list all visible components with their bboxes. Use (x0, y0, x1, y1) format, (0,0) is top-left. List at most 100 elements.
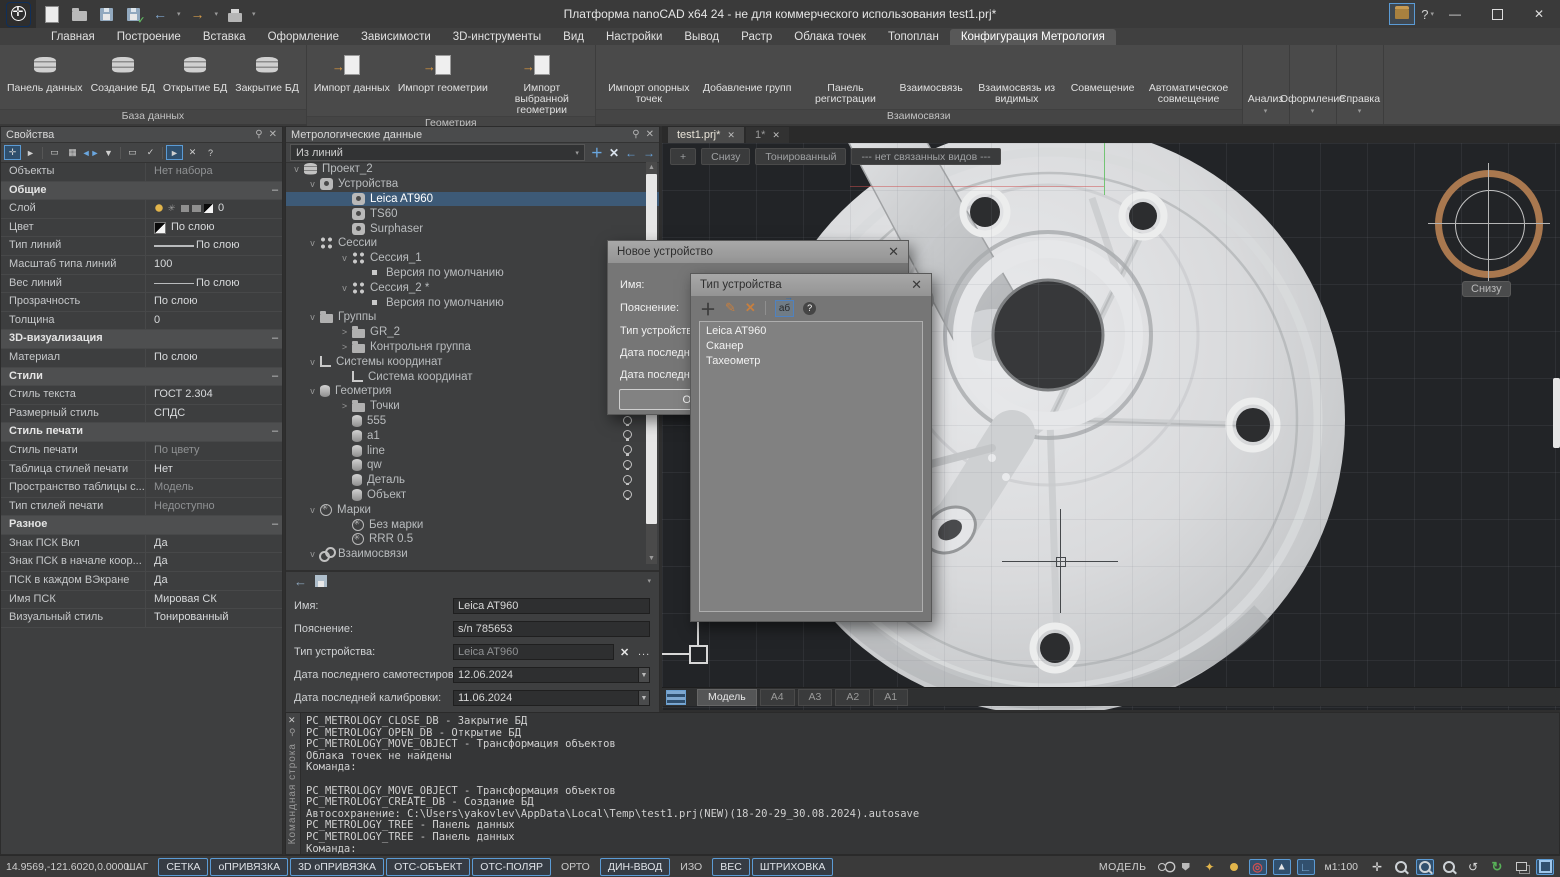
app-menu-button[interactable] (0, 0, 36, 28)
visibility-bulb-icon[interactable] (623, 445, 632, 454)
ribbon-tab[interactable]: Вывод (673, 29, 730, 45)
viewport-control-button[interactable]: --- нет связанных видов --- (851, 148, 1000, 165)
name-field[interactable]: Leica AT960 (453, 598, 650, 614)
browse-button[interactable]: ... (638, 646, 650, 658)
tree-item[interactable]: a1 (286, 428, 659, 443)
viewport-scrollbar-thumb[interactable] (1553, 378, 1560, 448)
fullscreen-icon[interactable] (1536, 859, 1554, 875)
tree-item[interactable]: v Марки (286, 502, 659, 517)
ribbon-button[interactable]: Совмещение (1068, 47, 1138, 109)
back-arrow-button[interactable]: ← (625, 146, 637, 160)
tree-item[interactable]: Без марки (286, 517, 659, 532)
help-circle-icon[interactable]: ? (202, 145, 219, 160)
property-row[interactable]: Стили (1, 368, 282, 387)
command-history[interactable]: PC_METROLOGY_CLOSE_DB - Закрытие БДPC_ME… (306, 716, 1555, 852)
apply-selection-button[interactable]: ✓ (142, 145, 159, 160)
add-type-button[interactable]: ＋ (700, 296, 716, 320)
property-row[interactable]: Прозрачность По слою (1, 293, 282, 312)
add-to-selection-button[interactable]: ✛ (4, 145, 21, 160)
delete-button[interactable]: ✕ (609, 146, 619, 160)
tree-item[interactable]: v Взаимосвязи (286, 547, 659, 562)
property-row[interactable]: Стиль текста ГОСТ 2.304 (1, 386, 282, 405)
pointer-mode-button[interactable]: ► (166, 145, 183, 160)
edit-type-button[interactable]: ✎ (725, 300, 736, 316)
property-row[interactable]: Цвет По слою (1, 219, 282, 238)
minimize-button[interactable]: — (1434, 0, 1476, 28)
dialog-title-bar[interactable]: Тип устройства ✕ (691, 274, 931, 296)
list-item[interactable]: Leica AT960 (700, 324, 922, 339)
property-row[interactable]: Тип линий По слою (1, 237, 282, 256)
ribbon-dropdown-button[interactable]: Справка ▾ (1337, 45, 1384, 124)
add-button[interactable]: ＋ (591, 144, 603, 161)
tree-item[interactable]: v Устройства (286, 177, 659, 192)
clear-selection-button[interactable]: ✕ (184, 145, 201, 160)
visibility-bulb-icon[interactable] (623, 416, 632, 425)
property-row[interactable]: Визуальный стиль Тонированный (1, 609, 282, 628)
ribbon-button[interactable]: Взаимосвязь (896, 47, 965, 109)
expander-icon[interactable]: v (306, 549, 319, 559)
expander-icon[interactable]: v (306, 386, 319, 396)
ribbon-dropdown-button[interactable]: Анализ ▾ (1243, 45, 1290, 124)
axes-icon[interactable]: ∟ (1297, 859, 1315, 875)
property-row[interactable]: Масштаб типа линий 100 (1, 256, 282, 275)
open-document-button[interactable] (69, 4, 89, 24)
tree-item[interactable]: Деталь (286, 473, 659, 488)
filter-combobox[interactable]: Из линий ▾ (290, 144, 585, 161)
tree-item[interactable]: > Контрольня группа (286, 340, 659, 355)
lighting-icon[interactable]: ✦ (1201, 859, 1219, 875)
zoom-realtime-icon[interactable] (1416, 859, 1434, 875)
window-select-button[interactable]: ▭ (46, 145, 63, 160)
tree-item[interactable]: qw (286, 458, 659, 473)
property-row[interactable]: Вес линий По слою (1, 275, 282, 294)
close-icon[interactable]: ✕ (911, 277, 922, 293)
forward-arrow-button[interactable]: → (643, 146, 655, 160)
invert-selection-button[interactable]: ◄► (82, 145, 99, 160)
undo-dropdown[interactable]: ▾ (177, 10, 181, 18)
device-type-field[interactable]: Leica AT960 (453, 644, 614, 660)
app-store-button[interactable] (1389, 3, 1415, 25)
help-button[interactable]: ? (1421, 7, 1428, 22)
annotation-scale-icon[interactable] (1153, 859, 1171, 875)
notifications-icon[interactable] (1177, 859, 1195, 875)
property-row[interactable]: Материал По слою (1, 349, 282, 368)
ribbon-button[interactable]: Создание БД (88, 47, 158, 109)
viewports-icon[interactable] (1512, 859, 1530, 875)
viewport-control-button[interactable]: Снизу (701, 148, 750, 165)
status-toggle-button[interactable]: ОТС-ОБЪЕКТ (386, 858, 470, 876)
selftest-date-field[interactable]: 12.06.2024 (453, 667, 650, 683)
layout-tab[interactable]: А2 (835, 689, 870, 706)
status-toggle-button[interactable]: ВЕС (712, 858, 750, 876)
tree-item[interactable]: RRR 0.5 (286, 532, 659, 547)
expander-icon[interactable]: v (338, 253, 351, 263)
redo-button[interactable]: → (188, 4, 208, 24)
bulb-icon[interactable] (1225, 859, 1243, 875)
property-row[interactable]: Объекты Нет набора (1, 163, 282, 182)
property-row[interactable]: Размерный стиль СПДС (1, 405, 282, 424)
pin-icon[interactable]: ⚲ (632, 129, 639, 140)
redo-dropdown[interactable]: ▾ (215, 10, 219, 18)
comment-field[interactable]: s/n 785653 (453, 621, 650, 637)
property-row[interactable]: Стиль печати По цвету (1, 442, 282, 461)
status-toggle-button[interactable]: СЕТКА (158, 858, 208, 876)
expander-icon[interactable]: > (338, 342, 351, 352)
tree-item[interactable]: Surphaser (286, 221, 659, 236)
ribbon-tab[interactable]: Оформление (257, 29, 350, 45)
ribbon-tab[interactable]: Облака точек (783, 29, 877, 45)
calibration-date-field[interactable]: 11.06.2024 (453, 690, 650, 706)
expander-icon[interactable]: v (306, 505, 319, 515)
status-toggle-button[interactable]: ШАГ (118, 858, 156, 876)
scroll-down-icon[interactable]: ▼ (646, 553, 657, 564)
close-icon[interactable]: ✕ (269, 129, 277, 140)
ribbon-button[interactable]: Закрытие БД (232, 47, 302, 109)
property-row[interactable]: ПСК в каждом ВЭкране Да (1, 572, 282, 591)
undo-button[interactable]: ← (150, 4, 170, 24)
close-icon[interactable]: ✕ (288, 715, 296, 726)
expander-icon[interactable]: > (338, 327, 351, 337)
viewport-control-button[interactable]: + (670, 148, 696, 165)
status-toggle-button[interactable]: 3D оПРИВЯЗКА (290, 858, 384, 876)
new-document-button[interactable] (42, 4, 62, 24)
property-row[interactable]: Знак ПСК Вкл Да (1, 535, 282, 554)
orbit-icon[interactable]: ↺ (1464, 859, 1482, 875)
expander-icon[interactable]: v (306, 357, 319, 367)
rename-button[interactable]: аб (775, 300, 794, 317)
